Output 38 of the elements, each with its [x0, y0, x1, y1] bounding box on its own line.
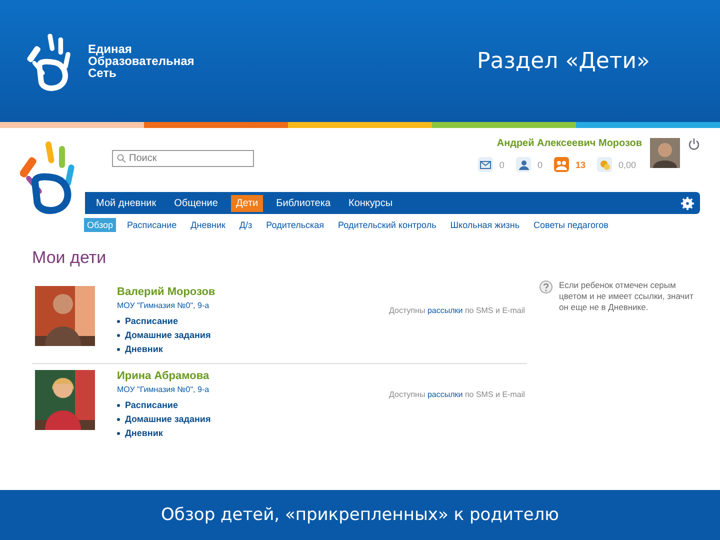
logo-text: Единая Образовательная Сеть	[88, 43, 194, 79]
slide-title: Раздел «Дети»	[476, 48, 650, 74]
counter-value: 13	[575, 160, 586, 170]
child-link[interactable]: Дневник	[117, 344, 367, 355]
subnav-tab[interactable]: Родительский контроль	[335, 218, 440, 232]
search-icon	[117, 154, 126, 163]
child-link[interactable]: Домашние задания	[117, 414, 367, 425]
hint-text: Если ребенок отмечен серым цветом и не имеет ссылки, значит он еще не в Дневнике.	[559, 280, 694, 314]
nav-tab[interactable]: Библиотека	[271, 194, 336, 212]
nav-tab[interactable]: Общение	[169, 194, 223, 212]
power-icon[interactable]	[688, 138, 700, 150]
counter-value: 0	[537, 160, 542, 170]
child-link[interactable]: Домашние задания	[117, 330, 367, 341]
search-field[interactable]: Поиск	[112, 150, 254, 167]
people-icon[interactable]	[556, 160, 568, 170]
subnav-tab[interactable]: Советы педагогов	[530, 218, 612, 232]
school-text: МОУ "Гимназия №0", 9-а	[117, 301, 210, 310]
child-link[interactable]: Дневник	[117, 428, 367, 439]
subnav-tab[interactable]: Д/з	[236, 218, 256, 232]
page-heading: Мои дети	[32, 248, 108, 268]
settings-icon[interactable]	[681, 196, 694, 210]
school-text: МОУ "Гимназия №0", 9-а	[117, 385, 210, 394]
subnav-tab[interactable]: Родительская	[263, 218, 328, 232]
help-icon	[539, 280, 553, 294]
slide-caption: Обзор детей, «прикрепленных» к родителю	[161, 505, 559, 525]
nav-tab[interactable]: Мой дневник	[91, 194, 162, 212]
subnav-tab[interactable]: Школьная жизнь	[447, 218, 523, 232]
counter-value: 0,00	[618, 160, 636, 170]
mailing-text: Доступны рассылки по SMS и E-mail	[389, 390, 525, 401]
child-link[interactable]: Расписание	[117, 400, 367, 411]
mail-icon[interactable]	[480, 160, 492, 168]
person-icon[interactable]	[518, 160, 529, 170]
subnav-tab[interactable]: Расписание	[124, 218, 180, 232]
mailing-text: Доступны рассылки по SMS и E-mail	[389, 306, 525, 317]
nav-tab[interactable]: Конкурсы	[344, 194, 398, 212]
subnav-tab[interactable]: Дневник	[188, 218, 228, 232]
counter-value: 0	[499, 160, 504, 170]
child-link[interactable]: Расписание	[117, 316, 367, 327]
